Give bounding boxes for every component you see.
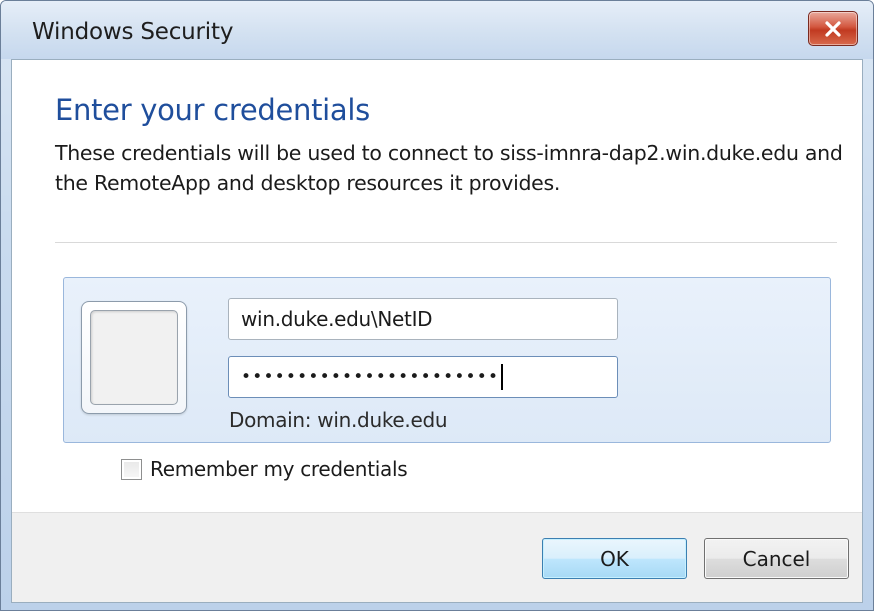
dialog-heading: Enter your credentials	[55, 93, 370, 127]
password-field[interactable]: •••••••••••••••••••••••	[228, 356, 618, 398]
title-bar[interactable]: Windows Security	[1, 1, 873, 59]
windows-security-dialog: Windows Security Enter your credentials …	[0, 0, 874, 611]
dialog-body: Enter your credentials These credentials…	[11, 59, 863, 603]
close-icon	[823, 20, 843, 37]
separator	[55, 242, 837, 243]
dialog-description: These credentials will be used to connec…	[55, 141, 843, 195]
text-caret	[501, 364, 504, 390]
remember-checkbox[interactable]	[121, 458, 142, 480]
domain-label: Domain: win.duke.edu	[229, 408, 448, 432]
close-button[interactable]	[808, 11, 858, 46]
user-tile-icon	[81, 301, 187, 414]
remember-label[interactable]: Remember my credentials	[150, 457, 408, 481]
password-mask: •••••••••••••••••••••••	[241, 366, 500, 387]
window-title: Windows Security	[32, 19, 234, 45]
cancel-button[interactable]: Cancel	[704, 538, 849, 579]
username-field[interactable]: win.duke.edu\NetID	[228, 298, 618, 340]
button-bar: OK Cancel	[12, 512, 862, 602]
user-tile-frame	[90, 310, 178, 405]
ok-button[interactable]: OK	[542, 538, 687, 579]
remember-credentials-option[interactable]: Remember my credentials	[121, 457, 408, 481]
credential-tile-panel: win.duke.edu\NetID •••••••••••••••••••••…	[63, 277, 831, 443]
username-value: win.duke.edu\NetID	[241, 307, 433, 331]
